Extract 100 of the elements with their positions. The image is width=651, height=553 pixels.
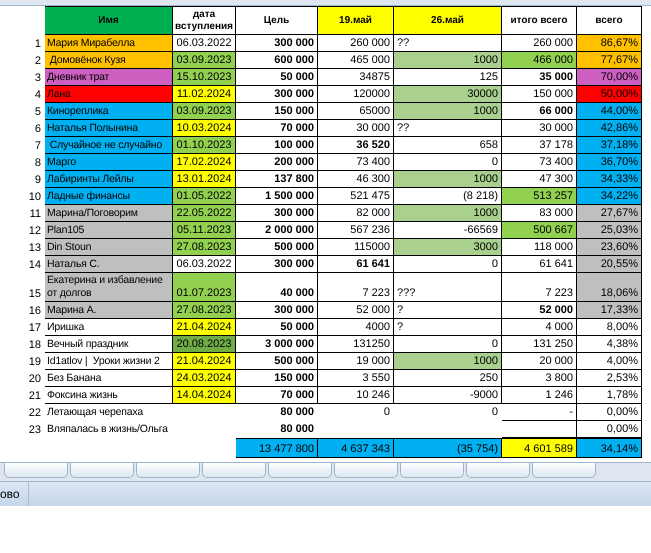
table-cell: Кинореплика — [45, 103, 173, 120]
table-cell: 521 475 — [318, 188, 394, 205]
table-cell: 3000 — [394, 239, 502, 256]
sheet-tab[interactable] — [532, 463, 596, 478]
table-cell: Мария Мирабелла — [45, 35, 173, 52]
table-cell: -9000 — [470, 389, 498, 402]
table-cell: 1 246 — [502, 387, 577, 404]
sheet-tab[interactable] — [400, 463, 464, 478]
row-number: 20 — [28, 372, 42, 387]
table-cell: 0 — [492, 156, 498, 169]
table-cell: 34,33% — [577, 171, 642, 188]
row-number: 12 — [28, 224, 42, 239]
table-cell: -66569 — [464, 224, 498, 237]
table-cell: 300 000 — [236, 86, 318, 103]
table-cell: Наталья Полынина — [45, 120, 173, 137]
table-cell: Марина/Поговорим — [45, 205, 173, 222]
row-number: 13 — [28, 241, 42, 256]
table-cell: 30000 — [394, 86, 502, 103]
table-cell: 30 000 — [318, 120, 394, 137]
table-cell: 4 000 — [502, 319, 577, 336]
row-number: 18 — [28, 338, 42, 353]
table-cell: 03.09.2023 — [173, 52, 236, 69]
table-cell: 70 000 — [236, 120, 318, 137]
table-cell: Домовёнок Кузя — [45, 52, 173, 69]
table-cell: 0,00% — [577, 404, 642, 421]
table-cell: 27,67% — [577, 205, 642, 222]
status-text: ово — [0, 482, 29, 506]
row-number: 19 — [28, 355, 42, 370]
table-cell: 21.04.2024 — [173, 353, 236, 370]
sheet-tab[interactable] — [136, 463, 200, 478]
table-cell: 300 000 — [236, 302, 318, 319]
table-cell: 513 257 — [502, 188, 577, 205]
table-cell: 15.10.2023 — [173, 69, 236, 86]
table-cell: 27.08.2023 — [173, 239, 236, 256]
table-cell: 03.09.2023 — [173, 103, 236, 120]
sheet-tab[interactable] — [466, 463, 530, 478]
table-cell-text: 0 — [382, 405, 391, 420]
table-cell: 100 000 — [236, 137, 318, 154]
row-number: 8 — [34, 156, 42, 171]
table-cell: 20,55% — [577, 256, 642, 273]
sheet-tab[interactable] — [334, 463, 398, 478]
row-number: 17 — [28, 321, 42, 336]
table-cell: 01.07.2023 — [173, 273, 236, 302]
table-cell: Екатерина и избавление от долгов — [45, 273, 173, 302]
table-cell: 01.10.2023 — [173, 137, 236, 154]
table-cell: 300 000 — [236, 35, 318, 52]
row-number: 6 — [34, 122, 42, 137]
table-cell: 40 000 — [236, 273, 318, 302]
column-header: Имя — [45, 6, 173, 35]
table-cell: 14.04.2024 — [173, 387, 236, 404]
row-number: 10 — [28, 190, 42, 205]
table-cell: 0 — [492, 258, 498, 271]
table-cell: 1000 — [394, 171, 502, 188]
table-cell: 34875 — [318, 69, 394, 86]
table-cell: 05.11.2023 — [173, 222, 236, 239]
table-cell: Марго — [45, 154, 173, 171]
sheet-tab[interactable] — [70, 463, 134, 478]
table-cell: 3 800 — [502, 370, 577, 387]
table-cell: 0 — [492, 338, 498, 351]
table-cell: 22.05.2022 — [173, 205, 236, 222]
table-cell: 500 000 — [236, 353, 318, 370]
table-cell: 2,53% — [577, 370, 642, 387]
table-cell: 1000 — [394, 353, 502, 370]
table-cell: 01.05.2022 — [173, 188, 236, 205]
table-cell: 11.02.2024 — [173, 86, 236, 103]
table-cell: (8 218) — [463, 190, 498, 203]
sheet-tab[interactable] — [202, 463, 266, 478]
table-cell: Din Stoun — [45, 239, 173, 256]
table-cell: 17.02.2024 — [173, 154, 236, 171]
table-cell: 34,22% — [577, 188, 642, 205]
sheet-tab[interactable] — [4, 463, 68, 478]
table-cell: 1000 — [394, 205, 502, 222]
table-cell-text: 80 000 — [279, 405, 315, 420]
table-cell: 250 — [480, 372, 498, 385]
table-cell: Марина А. — [45, 302, 173, 319]
cell-note: ?? — [397, 122, 410, 135]
row-number: 9 — [34, 173, 42, 188]
cell-note: ? — [397, 321, 404, 334]
table-cell: 50 000 — [236, 319, 318, 336]
row-number: 21 — [28, 389, 42, 404]
table-cell: 200 000 — [236, 154, 318, 171]
table-cell: 23,60% — [577, 239, 642, 256]
table-cell: 150 000 — [236, 103, 318, 120]
table-cell: 24.03.2024 — [173, 370, 236, 387]
table-cell: 36,70% — [577, 154, 642, 171]
row-number: 23 — [28, 423, 42, 438]
sheet-tab[interactable] — [268, 463, 332, 478]
table-cell: 2 000 000 — [236, 222, 318, 239]
table-cell: 27.08.2023 — [173, 302, 236, 319]
table-cell: 18,06% — [577, 273, 642, 302]
table-cell: 150 000 — [236, 370, 318, 387]
table-cell: Лана — [45, 86, 173, 103]
row-number: 5 — [34, 105, 42, 120]
table-cell: 4,38% — [577, 336, 642, 353]
table-cell: 600 000 — [236, 52, 318, 69]
table-cell: Дневник трат — [45, 69, 173, 86]
table-cell: Лабиринты Лейлы — [45, 171, 173, 188]
row-number: 11 — [28, 207, 42, 222]
total-cell: 4 601 589 — [502, 438, 577, 458]
column-header: 19.май — [318, 6, 394, 35]
